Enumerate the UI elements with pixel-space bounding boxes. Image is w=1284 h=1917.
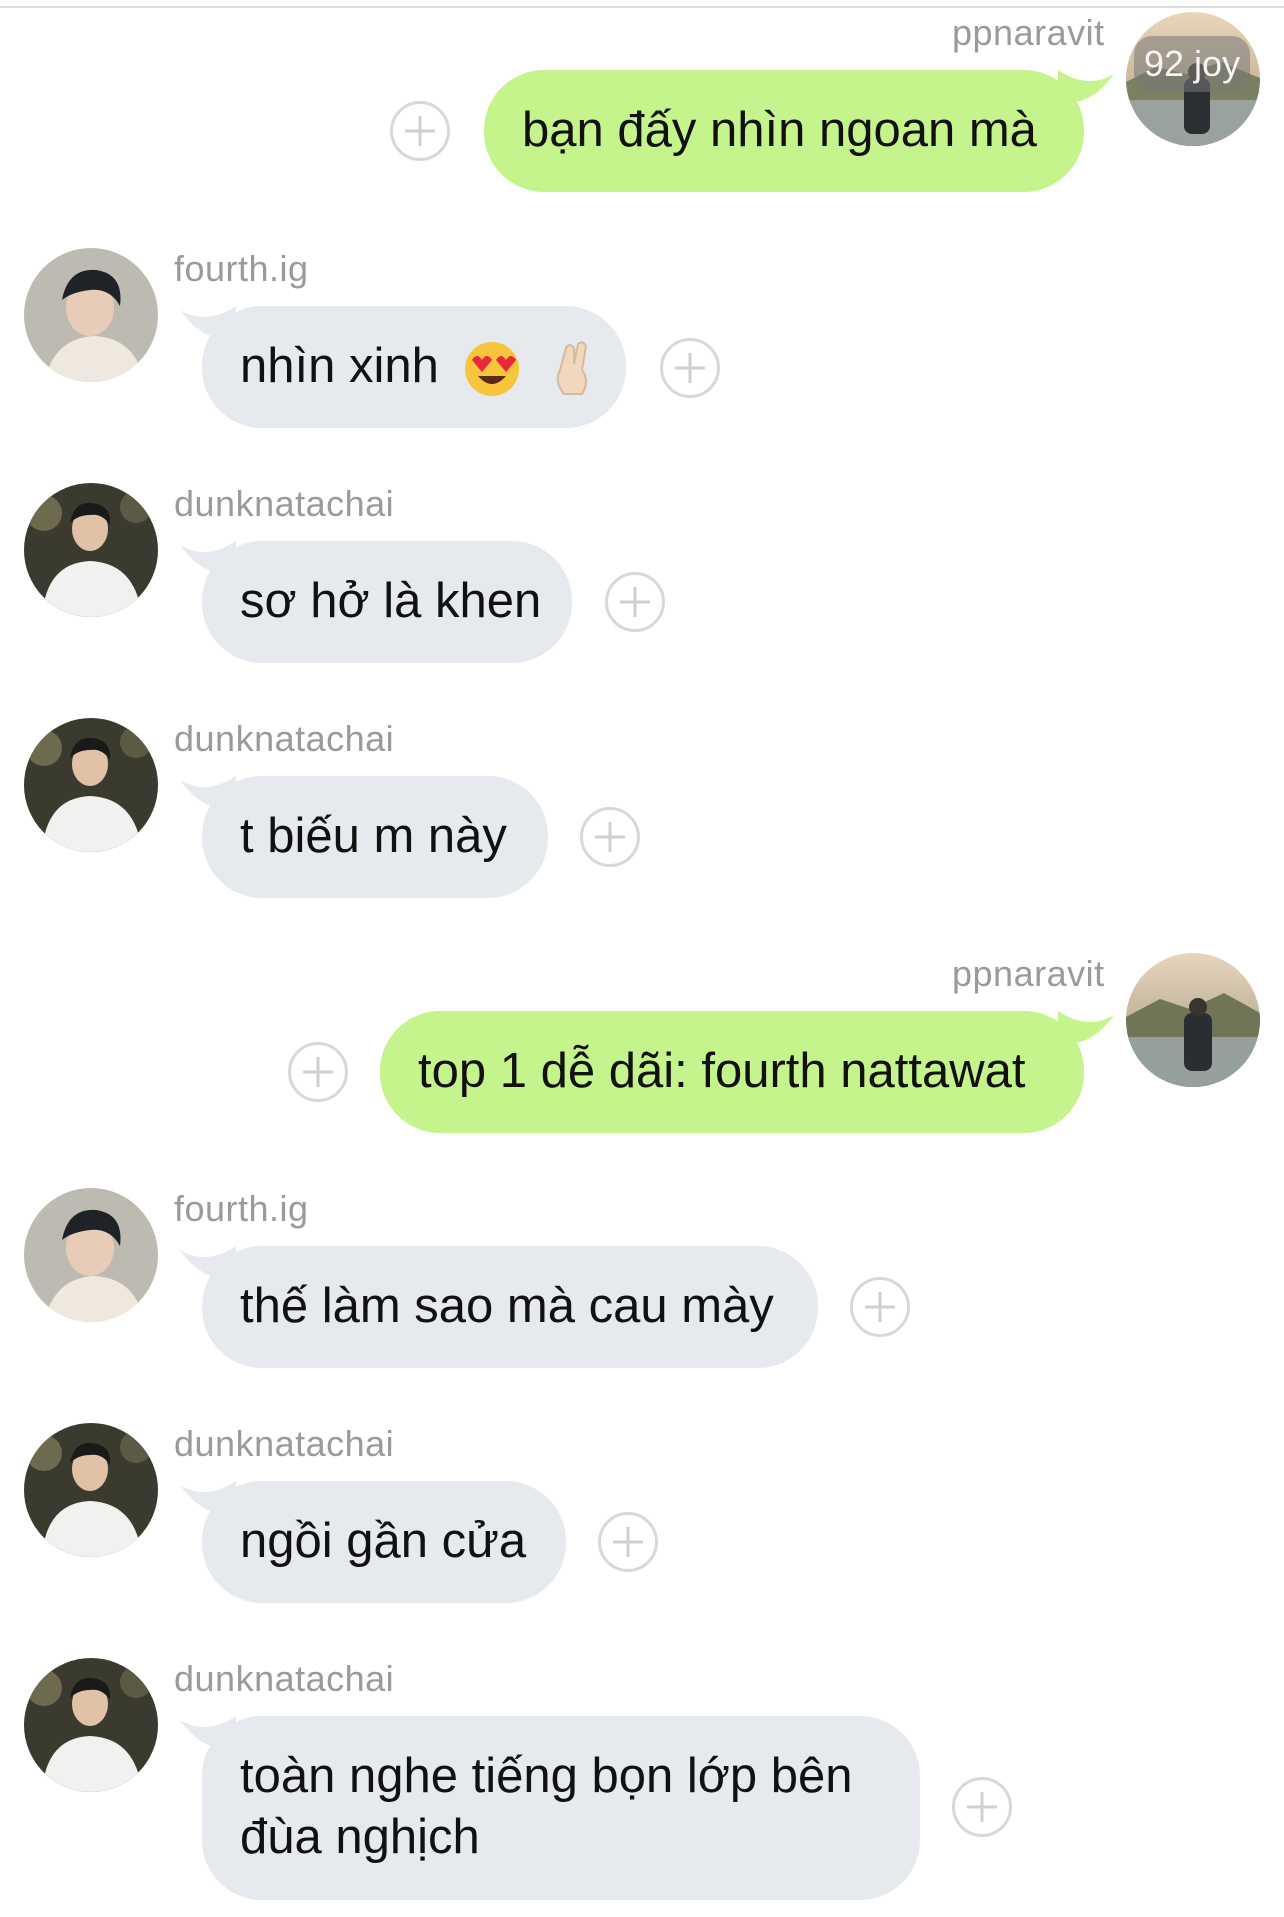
sender-name: dunknatachai	[174, 483, 395, 524]
avatar[interactable]	[24, 718, 158, 852]
message-text: ngồi gần cửa	[240, 1514, 527, 1568]
add-reaction-button[interactable]	[580, 807, 640, 867]
avatar-image	[24, 483, 158, 617]
avatar-image	[24, 248, 158, 382]
message-bubble[interactable]: nhìn xinh	[202, 306, 626, 428]
message-text: sơ hở là khen	[240, 574, 542, 628]
message-text: thế làm sao mà cau mày	[240, 1279, 774, 1333]
heart-eyes-emoji	[463, 340, 521, 398]
avatar-image	[24, 1658, 158, 1792]
message-bubble[interactable]: toàn nghe tiếng bọn lớp bên đùa nghịch	[202, 1716, 920, 1900]
add-reaction-button[interactable]	[952, 1777, 1012, 1837]
avatar[interactable]	[24, 1658, 158, 1792]
message-bubble[interactable]: ngồi gần cửa	[202, 1481, 566, 1603]
avatar[interactable]	[1126, 953, 1260, 1087]
sender-name: dunknatachai	[174, 1423, 395, 1464]
avatar[interactable]	[24, 248, 158, 382]
sender-name: fourth.ig	[174, 1188, 309, 1229]
sender-name: dunknatachai	[174, 718, 395, 759]
crossed-fingers-emoji	[544, 340, 602, 398]
message-text: toàn nghe tiếng bọn lớp bên đùa nghịch	[240, 1749, 853, 1864]
avatar-image	[24, 1423, 158, 1557]
sender-name: dunknatachai	[174, 1658, 395, 1699]
message-bubble[interactable]: bạn đấy nhìn ngoan mà	[484, 70, 1084, 192]
add-reaction-button[interactable]	[598, 1512, 658, 1572]
add-reaction-button[interactable]	[390, 101, 450, 161]
message-text: top 1 dễ dãi: fourth nattawat	[418, 1044, 1026, 1098]
avatar[interactable]	[24, 483, 158, 617]
avatar-image	[1126, 953, 1260, 1087]
message-bubble[interactable]: sơ hở là khen	[202, 541, 572, 663]
sender-name: ppnaravit	[952, 12, 1105, 53]
sender-name: fourth.ig	[174, 248, 309, 289]
sender-name: ppnaravit	[952, 953, 1105, 994]
message-bubble[interactable]: t biếu m này	[202, 776, 548, 898]
message-text: t biếu m này	[240, 809, 507, 863]
message-text: bạn đấy nhìn ngoan mà	[522, 103, 1037, 157]
add-reaction-button[interactable]	[288, 1042, 348, 1102]
add-reaction-button[interactable]	[660, 338, 720, 398]
avatar[interactable]	[24, 1188, 158, 1322]
avatar[interactable]	[24, 1423, 158, 1557]
message-text: nhìn xinh	[240, 339, 439, 393]
avatar-image	[24, 1188, 158, 1322]
avatar-image	[24, 718, 158, 852]
overlay-badge: 92 joy	[1134, 36, 1251, 92]
message-bubble[interactable]: thế làm sao mà cau mày	[202, 1246, 818, 1368]
add-reaction-button[interactable]	[850, 1277, 910, 1337]
message-bubble[interactable]: top 1 dễ dãi: fourth nattawat	[380, 1011, 1084, 1133]
top-divider	[0, 6, 1284, 8]
add-reaction-button[interactable]	[605, 572, 665, 632]
